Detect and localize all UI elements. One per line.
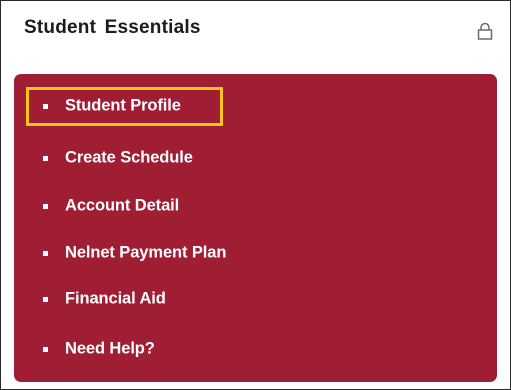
menu-item-label[interactable]: Create Schedule [65, 149, 193, 168]
student-essentials-card: Student Essentials Student Profile Creat… [0, 0, 511, 390]
menu-item-label[interactable]: Nelnet Payment Plan [65, 244, 226, 263]
bullet-icon [43, 204, 48, 209]
menu-item-label[interactable]: Account Detail [65, 197, 179, 216]
menu-item-financial-aid[interactable]: Financial Aid [14, 276, 497, 322]
card-header: Student Essentials [1, 1, 510, 59]
bullet-icon [43, 156, 48, 161]
bullet-icon [43, 104, 48, 109]
card-title: Student Essentials [24, 17, 201, 38]
bullet-icon [43, 297, 48, 302]
menu-item-label[interactable]: Need Help? [65, 340, 155, 359]
menu-item-label[interactable]: Student Profile [65, 97, 181, 116]
bullet-icon [43, 347, 48, 352]
menu-item-student-profile[interactable]: Student Profile [14, 83, 497, 129]
menu-item-need-help[interactable]: Need Help? [14, 326, 497, 372]
menu-item-account-detail[interactable]: Account Detail [14, 183, 497, 229]
bullet-icon [43, 251, 48, 256]
lock-icon-svg [477, 22, 493, 40]
menu-item-create-schedule[interactable]: Create Schedule [14, 135, 497, 181]
lock-icon[interactable] [476, 22, 494, 40]
menu-item-nelnet-payment-plan[interactable]: Nelnet Payment Plan [14, 230, 497, 276]
essentials-panel: Student Profile Create Schedule Account … [14, 74, 497, 382]
menu-item-label[interactable]: Financial Aid [65, 290, 166, 309]
